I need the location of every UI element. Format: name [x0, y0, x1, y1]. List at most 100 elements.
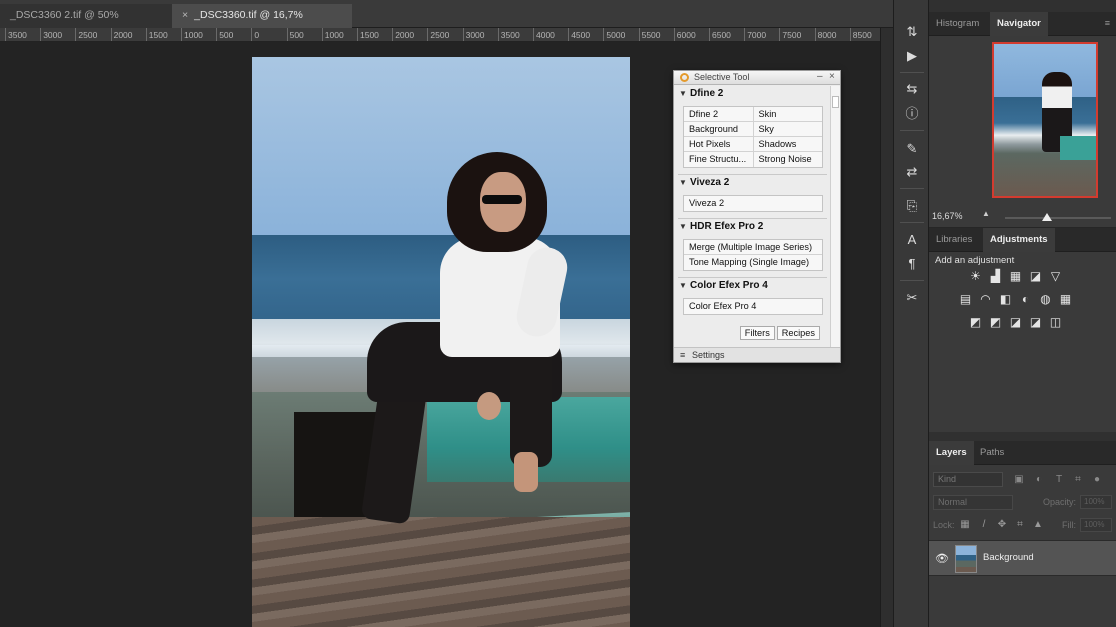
channels-icon[interactable]: ⇆	[904, 81, 920, 97]
tab-navigator[interactable]: Navigator	[990, 12, 1048, 36]
type-filter-icon[interactable]: T	[1053, 474, 1065, 486]
layer-filter-kind[interactable]: Kind	[933, 472, 1003, 487]
selective-tool-titlebar[interactable]: Selective Tool – ×	[674, 71, 840, 85]
character-icon[interactable]: A	[904, 232, 920, 248]
zoom-slider[interactable]	[1005, 217, 1111, 219]
panel-menu-icon[interactable]: ≡	[1105, 18, 1110, 28]
preset-item[interactable]: Fine Structu...	[684, 152, 753, 167]
brush-settings-icon[interactable]: ⇄	[904, 164, 920, 180]
selective-tool-scrollbar[interactable]	[830, 86, 840, 348]
ruler-label: 7000	[747, 30, 767, 40]
photo-image[interactable]	[252, 57, 630, 627]
group-dfine-2[interactable]: ▼ Dfine 2	[676, 86, 829, 102]
lock-paint-icon[interactable]: /	[978, 519, 990, 531]
levels-icon[interactable]: ▟	[989, 270, 1002, 283]
opacity-field[interactable]: 100%	[1080, 495, 1112, 509]
ruler-label: 8000	[817, 30, 837, 40]
preset-item[interactable]: Tone Mapping (Single Image)	[684, 255, 822, 270]
ruler-tick	[5, 28, 6, 41]
clone-source-icon[interactable]: ⎘	[904, 198, 920, 214]
pixel-filter-icon[interactable]: ▣	[1013, 474, 1025, 486]
nik-logo-icon	[680, 73, 689, 82]
ruler-tick	[709, 28, 710, 41]
ruler-label: 5000	[606, 30, 626, 40]
group-hdr-efex-pro-2[interactable]: ▼ HDR Efex Pro 2	[676, 219, 829, 235]
group-viveza-2[interactable]: ▼ Viveza 2	[676, 175, 829, 191]
zoom-value[interactable]: 16,67%	[932, 211, 963, 221]
invert-icon[interactable]: ◩	[969, 316, 982, 329]
preset-item[interactable]: Strong Noise	[752, 152, 823, 167]
color-lookup-icon[interactable]: ▦	[1059, 293, 1072, 306]
tab-libraries[interactable]: Libraries	[929, 228, 979, 252]
info-icon[interactable]: ⓘ	[904, 106, 920, 122]
minimize-icon[interactable]: –	[817, 71, 823, 82]
layer-row-background[interactable]: 👁 Background	[929, 540, 1116, 576]
tab-paths[interactable]: Paths	[973, 441, 1011, 465]
close-icon[interactable]: ×	[182, 9, 188, 21]
adjustment-filter-icon[interactable]: ◐	[1033, 474, 1045, 486]
selective-color-icon[interactable]: ◫	[1049, 316, 1062, 329]
lock-all-icon[interactable]: ▲	[1032, 519, 1044, 531]
chevron-down-icon[interactable]: ▼	[679, 86, 687, 102]
chevron-down-icon[interactable]: ▼	[679, 219, 687, 235]
posterize-icon[interactable]: ◩	[989, 316, 1002, 329]
visibility-eye-icon[interactable]: 👁	[935, 552, 949, 565]
exposure-icon[interactable]: ◪	[1029, 270, 1042, 283]
navigator-panel	[929, 36, 1116, 208]
curves-icon[interactable]: ▦	[1009, 270, 1022, 283]
ruler-tick	[392, 28, 394, 41]
tab-adjustments[interactable]: Adjustments	[983, 228, 1055, 252]
tab-dsc3360-2[interactable]: _DSC3360 2.tif @ 50% (RGB/16) *	[0, 4, 172, 43]
ruler-tick	[251, 28, 253, 41]
close-icon[interactable]: ×	[829, 71, 835, 82]
preset-item[interactable]: Viveza 2	[684, 196, 822, 211]
lock-position-icon[interactable]: ✥	[996, 519, 1008, 531]
threshold-icon[interactable]: ◪	[1009, 316, 1022, 329]
preset-item[interactable]: Color Efex Pro 4	[684, 299, 822, 314]
ruler-label: 4500	[571, 30, 591, 40]
tab-layers[interactable]: Layers	[929, 441, 974, 465]
chevron-down-icon[interactable]: ▼	[679, 278, 687, 294]
ruler-label: 6000	[676, 30, 696, 40]
recipes-button[interactable]: Recipes	[776, 326, 820, 340]
preset-item[interactable]: Merge (Multiple Image Series)	[684, 240, 822, 254]
preset-item[interactable]: Dfine 2	[684, 107, 753, 121]
shape-filter-icon[interactable]: ⌗	[1072, 474, 1084, 486]
vibrance-icon[interactable]: ▽	[1049, 270, 1062, 283]
play-action-icon[interactable]: ▶	[904, 48, 920, 64]
lock-pixels-icon[interactable]: ▦	[959, 519, 971, 531]
paragraph-icon[interactable]: ¶	[904, 256, 920, 272]
preset-item[interactable]: Shadows	[752, 137, 823, 151]
tools-icon[interactable]: ✂	[904, 290, 920, 306]
smart-object-filter-icon[interactable]: ●	[1091, 474, 1103, 486]
history-icon[interactable]: ⇅	[904, 24, 920, 40]
channel-mixer-icon[interactable]: ◍	[1039, 293, 1052, 306]
tab-dsc3360[interactable]: ×_DSC3360.tif @ 16,7% (RGB/16)	[172, 4, 352, 43]
settings-bar[interactable]: ≡ Settings	[674, 347, 840, 362]
lock-artboard-icon[interactable]: ⌗	[1014, 519, 1026, 531]
ruler-tick	[75, 28, 77, 41]
blend-mode-select[interactable]: Normal	[933, 495, 1013, 510]
photo-filter-icon[interactable]: ◐	[1019, 293, 1032, 306]
black-white-icon[interactable]: ◧	[999, 293, 1012, 306]
navigator-preview[interactable]	[992, 42, 1098, 198]
chevron-down-icon[interactable]: ▼	[679, 175, 687, 191]
preset-item[interactable]: Skin	[752, 107, 823, 121]
preset-item[interactable]: Sky	[752, 122, 823, 136]
color-balance-icon[interactable]: ◠	[979, 293, 992, 306]
hue-saturation-icon[interactable]: ▤	[959, 293, 972, 306]
group-color-efex-pro-4[interactable]: ▼ Color Efex Pro 4	[676, 278, 829, 294]
gradient-map-icon[interactable]: ◪	[1029, 316, 1042, 329]
zoom-slider-handle[interactable]	[1042, 213, 1052, 221]
brush-icon[interactable]: ✎	[904, 141, 920, 157]
preset-item[interactable]: Background	[684, 122, 753, 136]
dfine-2-presets: Dfine 2 Skin Background Sky Hot Pixels Shad…	[683, 106, 823, 168]
vertical-scrollbar[interactable]	[880, 28, 893, 627]
brightness-contrast-icon[interactable]: ☀	[969, 270, 982, 283]
filters-button[interactable]: Filters	[739, 326, 775, 340]
zoom-out-icon[interactable]: ▲	[982, 209, 990, 218]
tab-histogram[interactable]: Histogram	[929, 12, 986, 36]
fill-field[interactable]: 100%	[1080, 518, 1112, 532]
preset-item[interactable]: Hot Pixels	[684, 137, 753, 151]
ruler-tick	[849, 28, 851, 41]
